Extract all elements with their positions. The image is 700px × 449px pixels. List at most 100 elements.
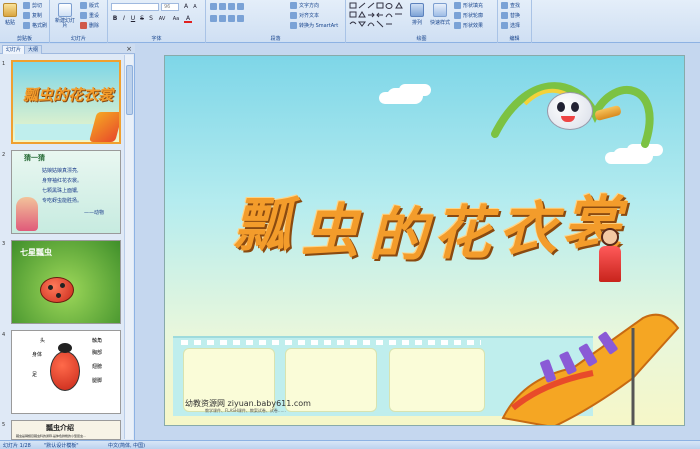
close-icon[interactable]: × — [126, 45, 132, 53]
language-indicator[interactable]: 中文(简体, 中国) — [108, 442, 145, 449]
bullets-icon — [210, 3, 217, 10]
font-size-input[interactable]: 96 — [161, 3, 179, 11]
shape-fill-button[interactable]: 形状填充 — [454, 2, 483, 9]
quick-styles-button[interactable]: 快速样式 — [430, 3, 450, 26]
font-name-input[interactable] — [111, 3, 159, 11]
drawing-group: 排列 快速样式 形状填充 形状轮廓 形状效果 绘图 — [346, 0, 498, 43]
status-bar: 幻灯片 1/28 "默认设计模板" 中文(简体, 中国) — [0, 440, 700, 449]
theme-name: "默认设计模板" — [44, 443, 79, 449]
thumb-filmstrip — [15, 124, 95, 140]
ladybug-image — [40, 277, 74, 303]
diagram-label: 身体 — [32, 352, 43, 358]
drawing-group-label: 绘图 — [416, 36, 427, 42]
layout-button[interactable]: 版式 — [80, 2, 99, 9]
align-text-button[interactable]: 对齐文本 — [290, 12, 319, 19]
shape-effects-button[interactable]: 形状效果 — [454, 22, 483, 29]
thumb-heading: 猜一猜 — [24, 154, 45, 162]
paste-button[interactable]: 粘贴 — [3, 3, 17, 26]
italic-button[interactable]: I — [120, 15, 128, 23]
align-buttons[interactable] — [210, 15, 244, 22]
slides-group: 新建幻灯片 版式 重设 删除 幻灯片 — [50, 0, 108, 43]
mascot-eye — [557, 102, 565, 112]
replace-button[interactable]: 替换 — [501, 12, 520, 19]
mascot-eye — [571, 102, 579, 112]
thumb-heading: 七星瓢虫 — [20, 248, 52, 257]
new-slide-icon — [58, 3, 72, 17]
delete-icon — [80, 22, 87, 29]
delete-slide-button[interactable]: 删除 — [80, 22, 99, 29]
font-color-button[interactable]: A — [184, 15, 192, 23]
ladybug-spot — [60, 283, 65, 288]
strikethrough-button[interactable]: S — [138, 15, 146, 23]
underline-button[interactable]: U — [129, 15, 137, 23]
cut-button[interactable]: 剪切 — [23, 2, 42, 9]
ladybug-spot — [56, 293, 61, 298]
scrollbar-thumb[interactable] — [126, 65, 133, 115]
clipboard-group-label: 剪贴板 — [16, 36, 32, 42]
thumbnail-scrollbar[interactable] — [124, 55, 133, 439]
smartart-button[interactable]: 转换为 SmartArt — [290, 22, 338, 29]
change-case-button[interactable]: Aa — [170, 15, 182, 23]
bold-button[interactable]: B — [111, 15, 119, 23]
arrange-icon — [410, 3, 424, 17]
diagram-label: 胸部 — [92, 350, 103, 356]
smartart-icon — [290, 22, 297, 29]
slide-number: 1 — [2, 61, 6, 67]
replace-icon — [501, 12, 508, 19]
copy-icon — [23, 12, 30, 19]
diagram-label: 头 — [40, 338, 46, 344]
photo-frame — [389, 348, 485, 412]
find-button[interactable]: 查找 — [501, 2, 520, 9]
slide-number: 3 — [2, 241, 6, 247]
arrange-button[interactable]: 排列 — [410, 3, 424, 26]
align-center-icon — [219, 15, 226, 22]
current-slide[interactable]: 瓢 虫 的 花 衣 裳 幼教资源网 ziyuan.baby611.com 教学课… — [164, 55, 685, 426]
font-group: 96 A A B I U S S AV Aa A 字体 — [108, 0, 206, 43]
layout-icon — [80, 2, 87, 9]
thumb-line: 身穿袖红花衣裳。 — [42, 178, 83, 184]
paragraph-group: 文字方向 对齐文本 转换为 SmartArt 段落 — [206, 0, 346, 43]
align-text-icon — [290, 12, 297, 19]
shape-outline-button[interactable]: 形状轮廓 — [454, 12, 483, 19]
tab-slides[interactable]: 幻灯片 — [2, 45, 26, 54]
text-direction-button[interactable]: 文字方向 — [290, 2, 319, 9]
format-painter-button[interactable]: 格式刷 — [23, 22, 47, 29]
thumb-piano — [88, 112, 119, 142]
select-button[interactable]: 选择 — [501, 22, 520, 29]
ribbon: 粘贴 剪切 复制 格式刷 剪贴板 新建幻灯片 版式 重设 删除 幻灯片 96 A… — [0, 0, 700, 43]
girl-head — [601, 228, 619, 246]
binoculars-icon — [501, 2, 508, 9]
slide-thumbnail-4[interactable]: 头 触角 胸部 身体 翅膀 腿脚 足 — [11, 330, 121, 414]
title-char: 瓢 — [233, 191, 292, 259]
diagram-label: 足 — [32, 372, 38, 378]
reset-button[interactable]: 重设 — [80, 12, 99, 19]
slide-thumbnail-1[interactable]: 瓢虫的花衣裳 — [11, 60, 121, 144]
pen-icon — [454, 12, 461, 19]
paste-icon — [3, 3, 17, 17]
tab-outline[interactable]: 大纲 — [24, 45, 43, 54]
slide-counter: 幻灯片 1/28 — [3, 443, 31, 449]
shapes-gallery[interactable] — [349, 2, 403, 30]
grow-font-button[interactable]: A — [182, 3, 190, 11]
copy-button[interactable]: 复制 — [23, 12, 42, 19]
align-left-icon — [210, 15, 217, 22]
slide-thumbnail-3[interactable]: 七星瓢虫 — [11, 240, 121, 324]
slides-pane: 幻灯片 大纲 × 1 瓢虫的花衣裳 2 猜一猜 姑娘姑娘真漂亮, 身穿袖红花衣裳… — [0, 44, 135, 440]
diagram-label: 腿脚 — [92, 378, 103, 384]
thumb-line: 七颗黑珠上面镶, — [42, 188, 79, 194]
editing-group-label: 编辑 — [509, 36, 520, 42]
slide-number: 5 — [2, 422, 6, 428]
mascot-image — [547, 92, 593, 130]
diagram-label: 触角 — [92, 338, 103, 344]
char-spacing-button[interactable]: AV — [156, 15, 168, 23]
new-slide-button[interactable]: 新建幻灯片 — [54, 3, 76, 29]
editing-group: 查找 替换 选择 编辑 — [498, 0, 532, 43]
title-char: 的 — [369, 201, 428, 269]
shrink-font-button[interactable]: A — [191, 3, 199, 11]
slide-thumbnail-2[interactable]: 猜一猜 姑娘姑娘真漂亮, 身穿袖红花衣裳。 七颗黑珠上面镶, 专吃蚜虫能胜扬。 … — [11, 150, 121, 234]
ladybug-spot — [48, 285, 53, 290]
slide-thumbnail-5[interactable]: 瓢虫介绍 瓢虫是鞘翅目瓢虫科的通称,是体色鲜艳的小型昆虫... — [11, 420, 121, 440]
pane-tabs: 幻灯片 大纲 × — [0, 44, 135, 54]
shadow-button[interactable]: S — [147, 15, 155, 23]
bullets-button[interactable] — [210, 3, 244, 10]
